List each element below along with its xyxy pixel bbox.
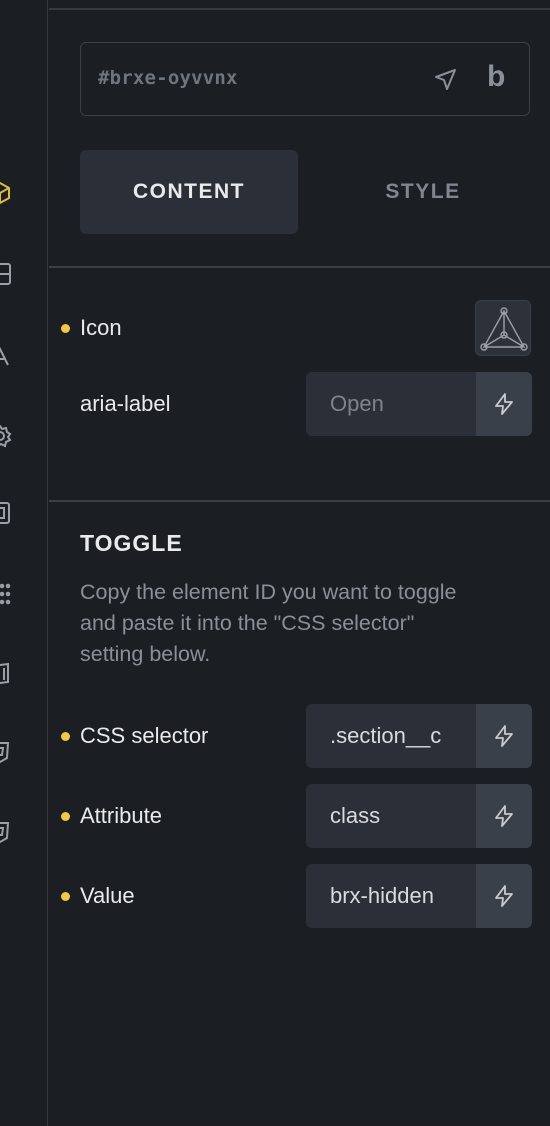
css-selector-value[interactable]: .section__c	[330, 704, 476, 768]
element-settings-panel: #brxe-oyvvnx b CONTENT STYLE Icon aria-l…	[49, 0, 550, 1126]
left-rail	[0, 0, 48, 1126]
shield-icon[interactable]	[0, 820, 12, 844]
lightning-icon	[495, 725, 513, 747]
dynamic-data-button[interactable]	[476, 864, 532, 928]
typography-icon[interactable]	[0, 345, 12, 369]
icon-setting-row: Icon	[49, 296, 550, 360]
gear-icon[interactable]	[0, 424, 12, 448]
value-input[interactable]: brx-hidden	[306, 864, 532, 928]
cube-icon[interactable]	[0, 181, 12, 205]
attribute-label: Attribute	[80, 803, 162, 828]
toggle-section-heading: TOGGLE	[80, 530, 183, 556]
cursor-icon[interactable]	[433, 67, 459, 93]
book-icon[interactable]	[0, 662, 12, 686]
dynamic-data-button[interactable]	[476, 704, 532, 768]
icon-label: Icon	[80, 315, 122, 340]
icon-picker-button[interactable]	[475, 300, 531, 356]
section-divider	[49, 500, 550, 502]
modified-indicator	[61, 732, 70, 741]
css-selector-row: CSS selector .section__c	[49, 704, 550, 768]
aria-label-placeholder[interactable]: Open	[330, 372, 476, 436]
attribute-value[interactable]: class	[330, 784, 476, 848]
tab-content[interactable]: CONTENT	[80, 150, 298, 234]
layout-icon[interactable]	[0, 262, 12, 286]
element-id-text[interactable]: #brxe-oyvvnx	[98, 67, 238, 89]
css-selector-label: CSS selector	[80, 723, 209, 748]
attribute-input[interactable]: class	[306, 784, 532, 848]
css-selector-input[interactable]: .section__c	[306, 704, 532, 768]
top-divider	[49, 8, 550, 10]
aria-label-row: aria-label Open	[49, 372, 550, 436]
dynamic-data-button[interactable]	[476, 784, 532, 848]
modified-indicator	[61, 324, 70, 333]
network-graph-icon	[480, 307, 528, 351]
element-id-field[interactable]: #brxe-oyvvnx b	[80, 42, 530, 116]
value-row: Value brx-hidden	[49, 864, 550, 928]
dynamic-data-button[interactable]	[476, 372, 532, 436]
lightning-icon	[495, 885, 513, 907]
lightning-icon	[495, 805, 513, 827]
value-label: Value	[80, 883, 135, 908]
aria-label-input[interactable]: Open	[306, 372, 532, 436]
panel-tabs: CONTENT STYLE	[80, 150, 532, 234]
value-value[interactable]: brx-hidden	[330, 864, 476, 928]
toggle-section-description: Copy the element ID you want to toggle a…	[80, 580, 457, 666]
attribute-row: Attribute class	[49, 784, 550, 848]
lightning-icon	[495, 393, 513, 415]
bricks-logo[interactable]: b	[487, 60, 505, 94]
shield-icon[interactable]	[0, 740, 12, 764]
modified-indicator	[61, 812, 70, 821]
aria-label-label: aria-label	[80, 391, 171, 416]
list-icon[interactable]	[0, 582, 12, 606]
section-divider	[49, 266, 550, 268]
tab-style[interactable]: STYLE	[314, 150, 532, 234]
modified-indicator	[61, 892, 70, 901]
box-icon[interactable]	[0, 501, 12, 525]
